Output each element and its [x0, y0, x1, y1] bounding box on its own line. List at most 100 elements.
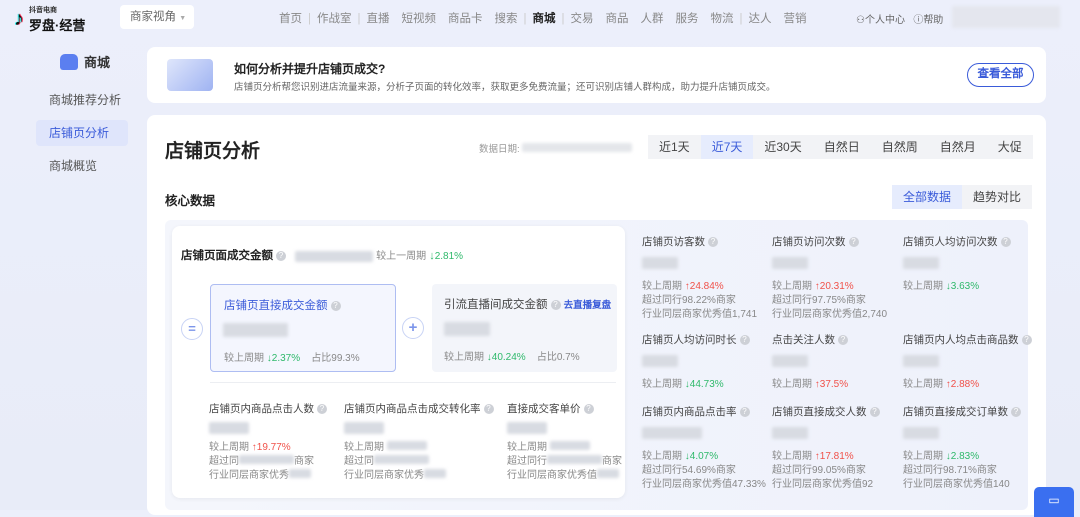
direct-share: 占比99.3% [311, 353, 360, 364]
date-filter-tab[interactable]: 大促 [986, 135, 1033, 159]
sidebar-item-recommend[interactable]: 商城推荐分析 [36, 87, 128, 113]
metric-label: 直接成交客单价 [507, 403, 581, 415]
help-icon[interactable]: ? [848, 237, 859, 248]
direct-amount-value [223, 323, 288, 337]
metric-value [642, 355, 678, 367]
nav-item[interactable]: 交易 [571, 13, 594, 25]
page-title: 店铺页分析 [165, 141, 261, 162]
nav-item[interactable]: 商城 [533, 13, 556, 25]
industry-benchmark: 行业同层商家优秀值92 [772, 479, 874, 490]
help-icon[interactable]: ? [583, 404, 594, 415]
help-icon[interactable]: ? [1021, 335, 1032, 346]
metric-label: 店铺页直接成交订单数 [903, 406, 1008, 418]
nav-item[interactable]: 达人 [749, 13, 772, 25]
compare-label: 较上周期 [772, 281, 812, 292]
peer-rank: 超过同行 [507, 456, 547, 467]
industry-benchmark: 行业同层商家优秀值47.33% [642, 479, 766, 490]
metric-value [772, 355, 808, 367]
logo[interactable]: ♪ 抖音电商罗盘·经营 [14, 5, 85, 34]
masked-value [547, 455, 602, 464]
view-toggle-tab[interactable]: 全部数据 [892, 185, 963, 209]
personal-center-link[interactable]: 个人中心 [865, 15, 905, 26]
sidebar-item-store-page[interactable]: 店铺页分析 [36, 120, 128, 146]
nav-item[interactable]: 商品 [606, 13, 629, 25]
metric-change: 2.83% [950, 451, 980, 462]
nav-item[interactable]: 搜索 [495, 13, 518, 25]
metric-value [344, 422, 384, 434]
douyin-icon: ♪ [14, 8, 24, 30]
metric-change: 2.88% [950, 379, 980, 390]
help-icon[interactable]: ? [838, 335, 848, 346]
help-icon[interactable]: ? [330, 301, 341, 312]
view-toggle-tab[interactable]: 趋势对比 [962, 185, 1033, 209]
metric-value [903, 355, 939, 367]
sidebar-item-overview[interactable]: 商城概览 [36, 153, 128, 179]
metric-card: 店铺页直接成交人数? 较上周期 ↑17.81% 超过同行99.05%商家 行业同层… [772, 405, 880, 492]
account-avatar[interactable] [952, 6, 1060, 28]
date-filter-tab[interactable]: 近1天 [648, 135, 701, 159]
date-filter-group: 近1天 近7天 近30天 自然日 自然周 自然月 大促 [648, 135, 1033, 159]
help-icon[interactable]: ? [739, 335, 750, 346]
metric-label: 店铺页内商品点击率 [642, 406, 737, 418]
help-icon[interactable]: ? [1011, 407, 1021, 418]
metric-label: 点击关注人数 [772, 334, 835, 346]
view-toggle-group: 全部数据 趋势对比 [892, 185, 1033, 209]
help-icon[interactable]: ? [869, 407, 880, 418]
direct-amount-card[interactable]: 店铺页直接成交金额? 较上周期 ↓2.37% 占比99.3% [210, 284, 396, 372]
live-amount-card[interactable]: 引流直播间成交金额? 去直播复盘 较上周期 ↓40.24% 占比0.7% [432, 284, 617, 372]
help-icon[interactable]: ? [739, 407, 750, 418]
metric-label: 店铺页内商品点击人数 [209, 403, 314, 415]
nav-item[interactable]: 直播 [367, 13, 390, 25]
date-filter-tab[interactable]: 近30天 [753, 135, 813, 159]
logo-title: 罗盘·经营 [29, 18, 86, 33]
nav-item[interactable]: 首页 [279, 13, 302, 25]
direct-amount-label: 店铺页直接成交金额 [224, 300, 328, 312]
metric-value [642, 257, 678, 269]
chart-illustration-icon [167, 59, 213, 91]
logo-subtitle: 抖音电商 [29, 7, 57, 14]
metric-value [772, 427, 808, 439]
live-review-link[interactable]: 去直播复盘 [564, 300, 612, 311]
metric-value [642, 427, 702, 439]
metric-label: 店铺页人均访问时长 [642, 334, 737, 346]
nav-item[interactable]: 短视频 [402, 13, 437, 25]
equals-icon: = [181, 318, 203, 340]
chat-support-button[interactable]: ▭ [1034, 487, 1074, 517]
nav-separator: | [357, 13, 361, 25]
metric-card: 店铺页内商品点击率? 较上周期 ↓4.07% 超过同行54.69%商家 行业同层商… [642, 405, 766, 492]
metric-label: 店铺页访问次数 [772, 236, 846, 248]
help-link[interactable]: 帮助 [923, 15, 943, 26]
view-all-button[interactable]: 查看全部 [967, 63, 1034, 87]
help-icon[interactable]: ? [708, 237, 718, 248]
date-filter-tab[interactable]: 近7天 [700, 135, 754, 159]
perspective-select[interactable]: 商家视角 ▼ [120, 5, 194, 29]
date-filter-tab[interactable]: 自然日 [812, 135, 871, 159]
compare-label: 较上周期 [209, 442, 249, 453]
help-icon[interactable]: ? [317, 404, 327, 415]
live-amount-value [444, 322, 490, 336]
date-filter-tab[interactable]: 自然周 [870, 135, 929, 159]
metric-card: 店铺页访客数? 较上周期 ↑24.84% 超过同行98.22%商家 行业同层商家优… [642, 235, 757, 322]
nav-item[interactable]: 人群 [641, 13, 664, 25]
metric-change: 17.81% [819, 451, 854, 462]
help-icon[interactable]: ? [550, 300, 561, 311]
date-filter-tab[interactable]: 自然月 [928, 135, 987, 159]
nav-item[interactable]: 物流 [711, 13, 734, 25]
user-icon: ⚇ [856, 15, 865, 26]
total-compare-label: 较上一周期 [376, 251, 427, 262]
direct-compare-label: 较上周期 [224, 353, 264, 364]
nav-item[interactable]: 营销 [784, 13, 807, 25]
help-icon[interactable]: ? [276, 251, 286, 262]
metric-change: 37.5% [819, 379, 849, 390]
nav-item[interactable]: 服务 [676, 13, 699, 25]
masked-change [549, 441, 590, 450]
sub-metric: 店铺页内商品点击人数? 较上周期 ↑19.77% 超过同 商家 行业同层商家优秀 [209, 402, 327, 483]
nav-item[interactable]: 商品卡 [448, 13, 483, 25]
metric-label: 店铺页人均访问次数 [903, 236, 998, 248]
nav-item[interactable]: 作战室 [317, 13, 352, 25]
help-icon[interactable]: ? [483, 404, 494, 415]
industry-benchmark: 行业同层商家优秀值1,741 [642, 309, 758, 320]
compare-label: 较上周期 [344, 442, 384, 453]
metric-card: 店铺页访问次数? 较上周期 ↑20.31% 超过同行97.75%商家 行业同层商家… [772, 235, 887, 322]
help-icon[interactable]: ? [1000, 237, 1011, 248]
